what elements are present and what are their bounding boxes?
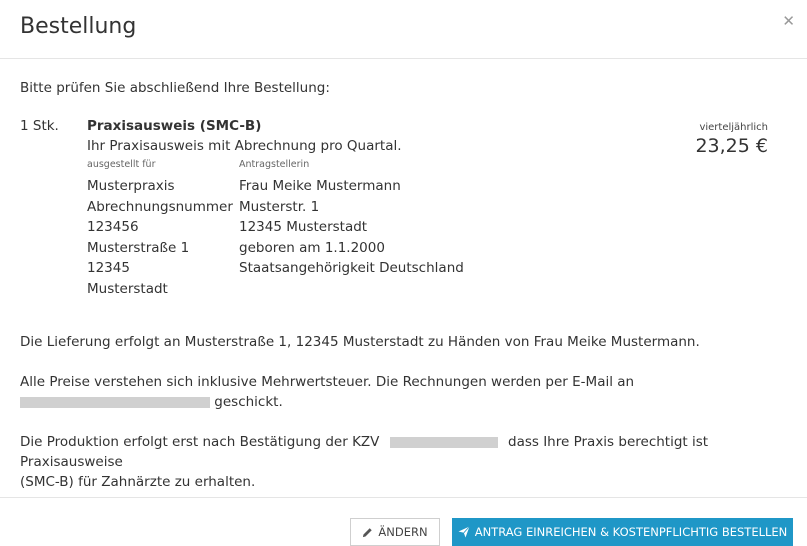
- item-quantity: 1 Stk.: [20, 118, 59, 134]
- issued-for-line: Musterpraxis: [87, 178, 175, 194]
- prices-text-line2: geschickt.: [214, 394, 283, 410]
- production-text: Die Produktion erfolgt erst nach Bestäti…: [20, 432, 790, 492]
- applicant-line: Staatsangehörigkeit Deutschland: [239, 260, 464, 276]
- modal-title: Bestellung: [20, 14, 137, 39]
- item-price: 23,25 €: [695, 135, 768, 157]
- modal-body: Bitte prüfen Sie abschließend Ihre Beste…: [20, 78, 790, 490]
- order-item: 1 Stk. Praxisausweis (SMC-B) Ihr Praxisa…: [20, 116, 790, 316]
- close-icon[interactable]: ✕: [782, 12, 795, 30]
- pencil-icon: [362, 527, 373, 538]
- issued-for-line: Musterstadt: [87, 280, 168, 297]
- submit-order-button[interactable]: ANTRAG EINREICHEN & KOSTENPFLICHTIG BEST…: [452, 518, 793, 546]
- issued-for-line: 12345: [87, 260, 130, 276]
- edit-button[interactable]: ÄNDERN: [350, 518, 440, 546]
- modal-header: Bestellung ✕: [0, 0, 807, 59]
- delivery-text: Die Lieferung erfolgt an Musterstraße 1,…: [20, 334, 700, 350]
- issued-for-label: ausgestellt für: [87, 159, 156, 170]
- production-text-line2: (SMC-B) für Zahnärzte zu erhalten.: [20, 474, 256, 490]
- issued-for-block: ausgestellt für Musterpraxis Abrechnungs…: [87, 158, 233, 299]
- submit-button-label: ANTRAG EINREICHEN & KOSTENPFLICHTIG BEST…: [474, 525, 788, 539]
- modal-footer: ÄNDERN ANTRAG EINREICHEN & KOSTENPFLICHT…: [0, 497, 807, 546]
- order-modal: Bestellung ✕ Bitte prüfen Sie abschließe…: [0, 0, 807, 546]
- issued-for-line: 123456: [87, 219, 139, 235]
- issued-for-line: Musterstraße 1: [87, 239, 190, 256]
- applicant-line: 12345 Musterstadt: [239, 219, 368, 235]
- prices-text: Alle Preise verstehen sich inklusive Meh…: [20, 372, 790, 412]
- edit-button-label: ÄNDERN: [378, 525, 428, 539]
- item-name: Praxisausweis (SMC-B): [87, 118, 262, 134]
- applicant-line: Musterstr. 1: [239, 198, 320, 215]
- prices-text-line1: Alle Preise verstehen sich inklusive Meh…: [20, 374, 635, 390]
- redacted-kzv: [389, 436, 498, 448]
- item-description: Ihr Praxisausweis mit Abrechnung pro Qua…: [87, 138, 402, 154]
- production-text-part1: Die Produktion erfolgt erst nach Bestäti…: [20, 434, 380, 450]
- issued-for-line: Abrechnungsnummer: [87, 198, 233, 215]
- applicant-label: Antragstellerin: [239, 159, 310, 170]
- applicant-block: Antragstellerin Frau Meike Mustermann Mu…: [239, 158, 464, 279]
- intro-text: Bitte prüfen Sie abschließend Ihre Beste…: [20, 80, 330, 96]
- applicant-line: Frau Meike Mustermann: [239, 178, 401, 194]
- paper-plane-icon: [458, 526, 470, 538]
- redacted-email: [20, 396, 210, 408]
- applicant-line: geboren am 1.1.2000: [239, 239, 385, 256]
